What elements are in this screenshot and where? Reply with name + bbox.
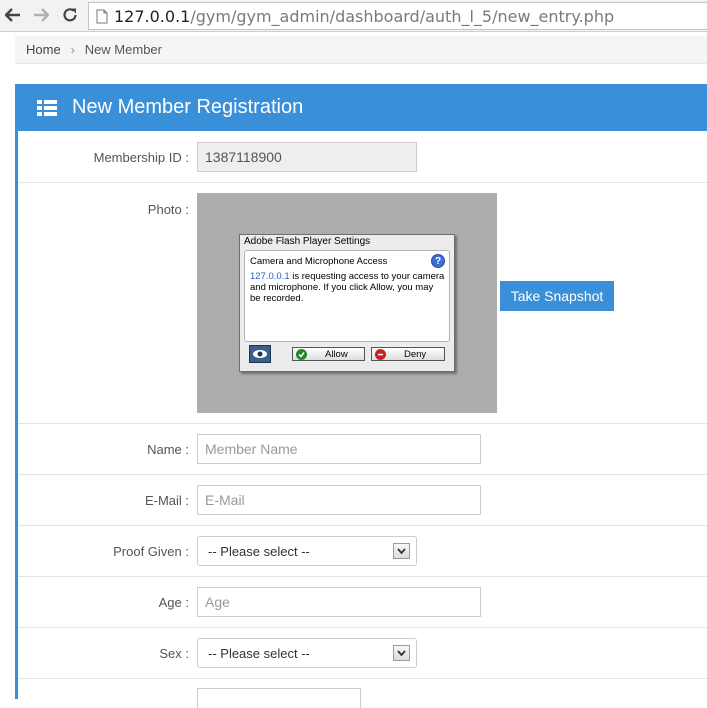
breadcrumb-current: New Member bbox=[84, 42, 162, 57]
help-icon[interactable]: ? bbox=[431, 254, 445, 268]
registration-panel: New Member Registration Membership ID : … bbox=[15, 84, 707, 708]
chevron-down-icon bbox=[393, 543, 410, 559]
breadcrumb-separator: › bbox=[70, 42, 75, 57]
proof-label: Proof Given : bbox=[113, 544, 189, 559]
age-input[interactable]: Age bbox=[197, 587, 481, 617]
back-button[interactable] bbox=[2, 4, 24, 26]
name-label: Name : bbox=[147, 442, 189, 457]
page-icon bbox=[96, 9, 108, 23]
flash-dialog-heading: Camera and Microphone Access bbox=[250, 256, 388, 267]
name-placeholder: Member Name bbox=[205, 441, 298, 457]
age-placeholder: Age bbox=[205, 594, 230, 610]
flash-dialog-message: 127.0.0.1 is requesting access to your c… bbox=[250, 271, 445, 304]
chevron-down-icon bbox=[393, 645, 410, 661]
membership-id-value: 1387118900 bbox=[205, 149, 282, 165]
sex-select[interactable]: -- Please select -- bbox=[197, 638, 417, 668]
sex-row: Sex : -- Please select -- bbox=[18, 628, 707, 679]
breadcrumb: Home › New Member bbox=[15, 36, 707, 64]
panel-title: New Member Registration bbox=[72, 96, 304, 118]
allow-button[interactable]: Allow bbox=[292, 347, 365, 361]
forward-button[interactable] bbox=[30, 4, 52, 26]
reload-button[interactable] bbox=[59, 4, 81, 26]
email-placeholder: E-Mail bbox=[205, 492, 245, 508]
sex-selected: -- Please select -- bbox=[208, 645, 310, 661]
photo-label: Photo : bbox=[147, 202, 189, 217]
membership-id-label: Membership ID : bbox=[93, 150, 189, 165]
take-snapshot-button[interactable]: Take Snapshot bbox=[500, 281, 614, 311]
reload-icon bbox=[63, 8, 77, 22]
flash-settings-dialog: Adobe Flash Player Settings Camera and M… bbox=[239, 234, 455, 372]
breadcrumb-home-link[interactable]: Home bbox=[26, 42, 61, 57]
panel-header: New Member Registration bbox=[18, 84, 707, 131]
proof-row: Proof Given : -- Please select -- bbox=[18, 526, 707, 577]
deny-icon bbox=[375, 348, 386, 360]
webcam-preview: Adobe Flash Player Settings Camera and M… bbox=[197, 193, 497, 413]
sex-label: Sex : bbox=[159, 646, 189, 661]
allow-label: Allow bbox=[325, 348, 348, 360]
email-input[interactable]: E-Mail bbox=[197, 485, 481, 515]
forward-arrow-icon bbox=[34, 8, 49, 22]
flash-dialog-title: Adobe Flash Player Settings bbox=[244, 236, 371, 247]
deny-label: Deny bbox=[404, 348, 427, 360]
name-row: Name : Member Name bbox=[18, 424, 707, 475]
camera-settings-icon[interactable] bbox=[249, 345, 271, 363]
photo-row: Photo : Adobe Flash Player Settings Came… bbox=[18, 183, 707, 424]
age-label: Age : bbox=[158, 595, 189, 610]
eye-icon bbox=[253, 350, 267, 358]
email-row: E-Mail : E-Mail bbox=[18, 475, 707, 526]
next-input[interactable] bbox=[197, 688, 361, 708]
age-row: Age : Age bbox=[18, 577, 707, 628]
flash-dialog-host: 127.0.0.1 bbox=[250, 271, 290, 282]
deny-button[interactable]: Deny bbox=[371, 347, 445, 361]
next-row bbox=[18, 679, 707, 708]
proof-select[interactable]: -- Please select -- bbox=[197, 536, 417, 566]
url-host: 127.0.0.1 bbox=[114, 6, 191, 26]
membership-id-row: Membership ID : 1387118900 bbox=[18, 131, 707, 183]
address-bar[interactable]: 127.0.0.1/gym/gym_admin/dashboard/auth_l… bbox=[88, 2, 707, 30]
url-path: /gym/gym_admin/dashboard/auth_l_5/new_en… bbox=[190, 6, 615, 26]
proof-selected: -- Please select -- bbox=[208, 543, 310, 559]
membership-id-field[interactable]: 1387118900 bbox=[197, 142, 417, 172]
list-icon bbox=[37, 99, 57, 116]
back-arrow-icon bbox=[5, 8, 20, 22]
flash-dialog-body: Camera and Microphone Access ? 127.0.0.1… bbox=[244, 250, 450, 342]
browser-toolbar: 127.0.0.1/gym/gym_admin/dashboard/auth_l… bbox=[0, 0, 707, 32]
name-input[interactable]: Member Name bbox=[197, 434, 481, 464]
check-icon bbox=[296, 348, 307, 360]
email-label: E-Mail : bbox=[144, 493, 189, 508]
